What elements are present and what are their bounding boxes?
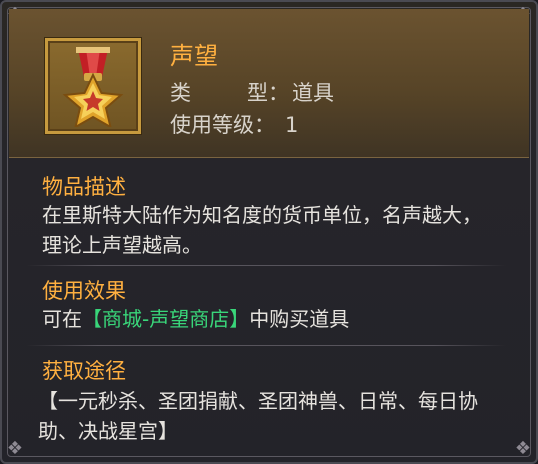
- item-name: 声望: [170, 42, 218, 70]
- corner-ornament-icon: ❖: [514, 438, 532, 459]
- description-title: 物品描述: [42, 175, 126, 199]
- level-value: 1: [285, 113, 299, 137]
- source-text: 【一元秒杀、圣团捐献、圣团神兽、日常、每日协助、决战星宫】: [38, 389, 478, 443]
- item-icon-slot: [45, 38, 141, 134]
- star-medal-icon: [62, 47, 124, 127]
- corner-ornament-icon: ❖: [6, 438, 24, 459]
- usage-text: 可在【商城-声望商店】中购买道具: [42, 304, 482, 334]
- usage-prefix: 可在: [42, 307, 82, 331]
- level-label: 使用等级：: [170, 113, 275, 137]
- source-title: 获取途径: [42, 359, 126, 383]
- usage-suffix: 中购买道具: [249, 307, 350, 331]
- section-divider: [26, 265, 506, 266]
- item-header: 声望 类 型： 道具 使用等级： 1: [9, 9, 529, 158]
- item-tooltip-panel: ❖ ❖ ❖ ❖ 声望 类型：道具 使用等级：1 物品描述 在里斯特大陆作为知名度…: [0, 0, 538, 464]
- item-type-row: 类 型： 道具: [170, 79, 334, 107]
- usage-title: 使用效果: [42, 279, 126, 303]
- shop-link[interactable]: 【商城-声望商店】: [82, 307, 249, 331]
- type-label-b: 型：: [247, 81, 289, 105]
- type-label-a: 类: [170, 81, 191, 105]
- section-divider: [26, 345, 506, 346]
- item-level-row: 使用等级： 1: [170, 111, 298, 139]
- type-value: 道具: [292, 81, 334, 105]
- description-text: 在里斯特大陆作为知名度的货币单位，名声越大，理论上声望越高。: [42, 203, 482, 257]
